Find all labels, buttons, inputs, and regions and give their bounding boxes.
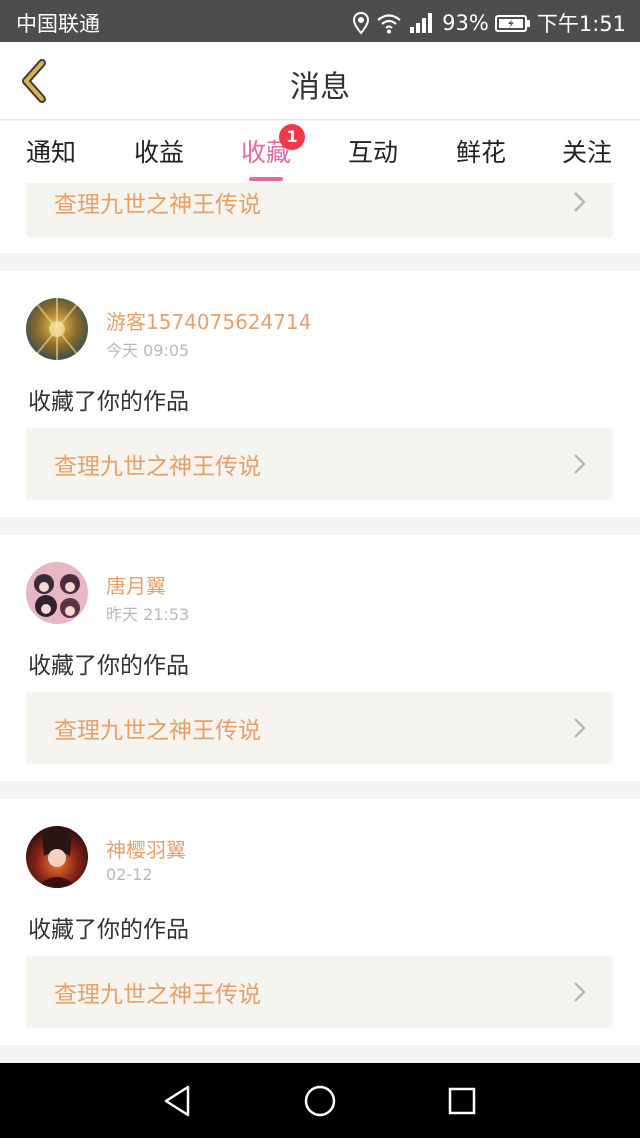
location-icon bbox=[353, 11, 370, 35]
tab-earnings[interactable]: 收益 bbox=[134, 133, 184, 169]
signal-icon bbox=[410, 13, 433, 33]
list-item: 神樱羽翼 02-12 收藏了你的作品 查理九世之神王传说 bbox=[0, 799, 640, 1045]
message-list[interactable]: 查理九世之神王传说 游客1574075624714 今天 09:05 收藏了你的… bbox=[0, 183, 640, 1063]
chevron-right-icon bbox=[574, 718, 586, 738]
username[interactable]: 唐月翼 bbox=[106, 570, 166, 599]
list-item: 唐月翼 昨天 21:53 收藏了你的作品 查理九世之神王传说 bbox=[0, 535, 640, 781]
work-title: 查理九世之神王传说 bbox=[54, 192, 261, 218]
work-link[interactable]: 查理九世之神王传说 bbox=[26, 428, 613, 500]
active-tab-indicator bbox=[249, 177, 283, 181]
message-text: 收藏了你的作品 bbox=[28, 389, 189, 415]
tab-label: 互动 bbox=[348, 138, 399, 167]
message-text: 收藏了你的作品 bbox=[28, 917, 189, 943]
tab-label: 通知 bbox=[26, 138, 77, 167]
tab-bar: 通知 收益 收藏 1 互动 鲜花 关注 bbox=[0, 121, 640, 183]
tab-interactions[interactable]: 互动 bbox=[348, 133, 398, 169]
back-triangle-icon[interactable] bbox=[160, 1083, 196, 1119]
chevron-right-icon bbox=[574, 982, 586, 1002]
avatar[interactable] bbox=[26, 562, 88, 624]
status-bar: 中国联通 93% 下午1:51 bbox=[0, 0, 640, 42]
tab-favorites[interactable]: 收藏 1 bbox=[241, 124, 306, 181]
page-title: 消息 bbox=[290, 70, 350, 105]
username[interactable]: 神樱羽翼 bbox=[106, 834, 186, 863]
list-item: 查理九世之神王传说 bbox=[0, 183, 640, 253]
system-nav-bar bbox=[0, 1063, 640, 1138]
carrier-label: 中国联通 bbox=[16, 12, 100, 36]
tab-label: 收益 bbox=[134, 138, 185, 167]
timestamp: 02-12 bbox=[106, 865, 153, 884]
tab-follows[interactable]: 关注 bbox=[562, 133, 612, 169]
timestamp: 今天 09:05 bbox=[106, 341, 190, 360]
unread-badge: 1 bbox=[279, 124, 306, 150]
chevron-right-icon bbox=[574, 192, 586, 212]
tab-label: 鲜花 bbox=[456, 138, 507, 167]
work-link[interactable]: 查理九世之神王传说 bbox=[26, 692, 613, 764]
tab-label: 关注 bbox=[562, 138, 613, 167]
clock-label: 下午1:51 bbox=[536, 12, 626, 36]
work-link[interactable]: 查理九世之神王传说 bbox=[26, 956, 613, 1028]
tab-notifications[interactable]: 通知 bbox=[26, 133, 76, 169]
wifi-icon bbox=[377, 14, 401, 34]
username[interactable]: 游客1574075624714 bbox=[106, 306, 311, 335]
list-item: 游客1574075624714 今天 09:05 收藏了你的作品 查理九世之神王… bbox=[0, 271, 640, 517]
page-header: 消息 bbox=[0, 42, 640, 120]
home-circle-icon[interactable] bbox=[302, 1083, 338, 1119]
work-title: 查理九世之神王传说 bbox=[54, 718, 261, 744]
timestamp: 昨天 21:53 bbox=[106, 605, 190, 624]
avatar[interactable] bbox=[26, 298, 88, 360]
work-title: 查理九世之神王传说 bbox=[54, 454, 261, 480]
work-link[interactable]: 查理九世之神王传说 bbox=[26, 183, 613, 238]
work-title: 查理九世之神王传说 bbox=[54, 982, 261, 1008]
message-text: 收藏了你的作品 bbox=[28, 653, 189, 679]
battery-percent: 93% bbox=[442, 11, 489, 35]
avatar[interactable] bbox=[26, 826, 88, 888]
battery-icon bbox=[494, 15, 530, 32]
chevron-right-icon bbox=[574, 454, 586, 474]
recents-square-icon[interactable] bbox=[444, 1083, 480, 1119]
tab-flowers[interactable]: 鲜花 bbox=[456, 133, 506, 169]
